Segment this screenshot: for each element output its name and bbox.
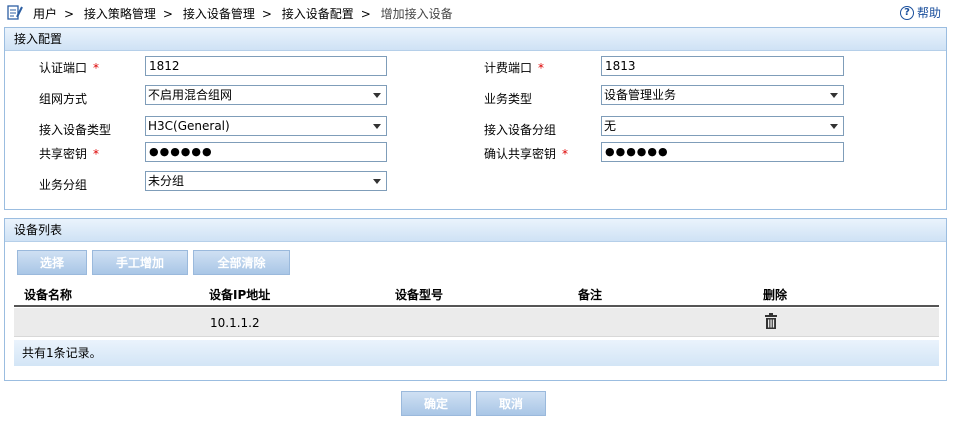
chevron-down-icon: [373, 124, 381, 129]
chevron-down-icon: [830, 93, 838, 98]
select-button[interactable]: 选择: [17, 250, 87, 275]
panel-title: 设备列表: [5, 219, 946, 242]
col-device-name: 设备名称: [24, 288, 73, 302]
acct-port-label: 计费端口 *: [484, 61, 545, 75]
help-link[interactable]: ? 帮助: [899, 4, 941, 21]
service-type-label: 业务类型: [484, 92, 533, 106]
col-delete: 删除: [763, 288, 788, 302]
clear-all-button[interactable]: 全部清除: [193, 250, 290, 275]
breadcrumb-access-device-config[interactable]: 接入设备配置: [282, 7, 354, 21]
help-label: 帮助: [916, 6, 941, 20]
confirm-key-label: 确认共享密钥 *: [484, 147, 569, 161]
cell-device-ip: 10.1.1.2: [210, 316, 260, 330]
breadcrumb-users[interactable]: 用户: [33, 7, 57, 21]
user-policy-icon: [7, 5, 23, 20]
device-list-panel: 设备列表 选择 手工增加 全部清除 设备名称 设备IP地址 设备型号 备注 删除…: [4, 218, 947, 381]
chevron-down-icon: [373, 179, 381, 184]
service-group-select[interactable]: 未分组: [145, 171, 387, 191]
network-mode-label: 组网方式: [39, 92, 88, 106]
device-group-select[interactable]: 无: [601, 116, 844, 136]
device-type-label: 接入设备类型: [39, 123, 112, 137]
chevron-down-icon: [830, 124, 838, 129]
chevron-down-icon: [373, 93, 381, 98]
acct-port-input[interactable]: 1813: [601, 56, 844, 76]
table-header: 设备名称 设备IP地址 设备型号 备注 删除: [14, 283, 939, 307]
service-group-label: 业务分组: [39, 178, 88, 192]
record-count: 共有1条记录。: [14, 340, 939, 366]
confirm-key-input[interactable]: ●●●●●●: [601, 142, 844, 162]
service-type-select[interactable]: 设备管理业务: [601, 85, 844, 105]
breadcrumb-access-policy[interactable]: 接入策略管理: [84, 7, 156, 21]
panel-title: 接入配置: [5, 28, 946, 51]
col-device-model: 设备型号: [395, 288, 444, 302]
shared-key-label: 共享密钥 *: [39, 147, 100, 161]
table-row: 10.1.1.2: [14, 308, 939, 337]
auth-port-label: 认证端口 *: [39, 61, 100, 75]
help-circle-icon: ?: [899, 5, 914, 20]
device-type-select[interactable]: H3C(General): [145, 116, 387, 136]
breadcrumb-current: 增加接入设备: [380, 7, 453, 21]
col-device-ip: 设备IP地址: [209, 288, 271, 302]
manual-add-button[interactable]: 手工增加: [92, 250, 188, 275]
auth-port-input[interactable]: 1812: [145, 56, 387, 76]
shared-key-input[interactable]: ●●●●●●: [145, 142, 387, 162]
breadcrumb: 用户 > 接入策略管理 > 接入设备管理 > 接入设备配置 > 增加接入设备 ? 帮助: [0, 0, 953, 24]
access-config-panel: 接入配置 认证端口 * 1812 计费端口 * 1813 组网方式 不启用混合组网 …: [4, 27, 947, 210]
breadcrumb-access-device-mgmt[interactable]: 接入设备管理: [183, 7, 255, 21]
device-group-label: 接入设备分组: [484, 123, 557, 137]
ok-button[interactable]: 确定: [401, 391, 471, 416]
network-mode-select[interactable]: 不启用混合组网: [145, 85, 387, 105]
col-remark: 备注: [578, 288, 603, 302]
trash-icon[interactable]: [765, 313, 777, 329]
cancel-button[interactable]: 取消: [476, 391, 546, 416]
